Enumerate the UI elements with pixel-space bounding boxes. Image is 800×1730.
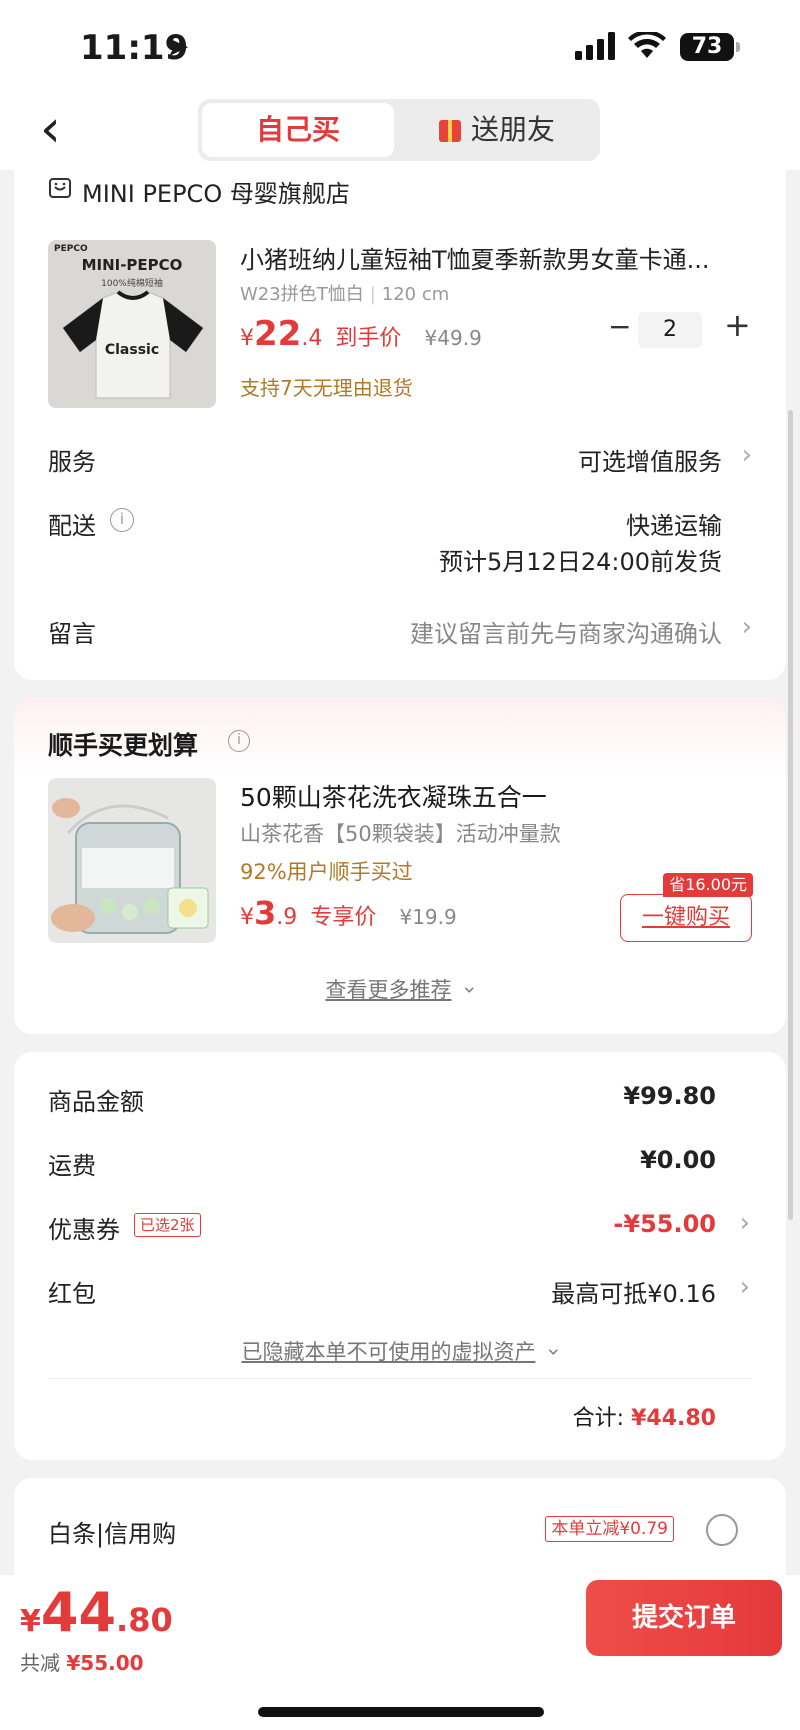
product-orig-price: ¥49.9 [424,326,482,350]
scrollbar[interactable] [788,410,793,1220]
payment-discount-badge: 本单立减¥0.79 [545,1516,674,1542]
summary-total: 合计: ¥44.80 [573,1400,716,1432]
qty-plus-button[interactable]: + [724,306,751,344]
goods-amount-label: 商品金额 [48,1088,144,1116]
bottom-total: ¥44.80 [20,1581,173,1644]
cellular-signal-icon [575,32,615,60]
addon-orig-price: ¥19.9 [399,905,457,929]
addon-price-int: 3 [254,894,277,932]
bottom-amount-int: 44 [40,1581,117,1644]
bottom-amount-dec: .80 [116,1601,173,1639]
battery-indicator: 73 [680,33,740,61]
total-label: 合计: [572,1406,625,1431]
hidden-assets-label: 已隐藏本单不可使用的虚拟资产 [241,1340,536,1364]
tab-send-friend[interactable]: 送朋友 [398,103,596,157]
bottom-discount: 共减 ¥55.00 [20,1651,144,1675]
home-indicator[interactable] [258,1707,544,1717]
addon-product-title[interactable]: 50颗山茶花洗衣凝珠五合一 [240,778,547,814]
addon-thumbnail[interactable] [48,778,216,943]
coupon-badge: 已选2张 [134,1213,201,1237]
shipping-label: 运费 [48,1152,96,1180]
summary-card: 商品金额 ¥99.80 运费 ¥0.00 优惠券 已选2张 -¥55.00 › … [14,1052,786,1460]
addon-price-tag: 专享价 [310,905,377,930]
addon-buy-label: 一键购买 [641,905,730,930]
product-spec-color: W23拼色T恤白 [240,284,364,305]
purchase-mode-switch: 自己买 送朋友 [198,99,600,161]
redpacket-label: 红包 [48,1280,96,1308]
qty-minus-button[interactable]: − [608,310,631,343]
tab-send-friend-label: 送朋友 [470,113,555,146]
return-policy: 支持7天无理由退货 [240,376,413,400]
service-chevron-icon[interactable]: › [742,440,752,470]
qty-input[interactable]: 2 [638,312,702,348]
back-icon[interactable]: ‹ [40,103,61,155]
thumb-brand: MINI-PEPCO [81,256,183,274]
addon-social-proof: 92%用户顺手买过 [240,860,413,884]
message-input[interactable]: 建议留言前先与商家沟通确认 [410,614,722,649]
status-bar: 11:19 ➤ 73 [0,0,800,95]
product-spec: W23拼色T恤白 | 120 cm [240,284,450,305]
order-card: MINI PEPCO 母婴旗舰店 PEPCO MINI-PEPCO 100%纯棉… [14,170,786,680]
payment-radio[interactable] [706,1514,738,1546]
nav-bar: ‹ 自己买 送朋友 [0,95,800,170]
delivery-method: 快递运输 [626,512,722,540]
addon-buy-button[interactable]: 一键购买 省16.00元 [620,873,753,942]
message-chevron-icon[interactable]: › [742,612,752,642]
shop-icon [49,178,71,198]
shop-name[interactable]: MINI PEPCO 母婴旗舰店 [82,174,350,209]
payment-label: 白条|信用购 [48,1520,177,1548]
addon-save-badge: 省16.00元 [663,873,753,897]
addon-product-image [51,798,209,934]
product-thumbnail[interactable]: PEPCO MINI-PEPCO 100%纯棉短袖 Classic [48,240,216,408]
redpacket-value[interactable]: 最高可抵¥0.16 [551,1274,716,1309]
product-price-int: 22 [254,314,302,354]
submit-order-button[interactable]: 提交订单 [586,1580,782,1656]
addon-price: ¥3.9 专享价 ¥19.9 [240,894,457,932]
thumb-text: Classic [104,342,160,358]
message-label: 留言 [48,620,96,648]
thumb-sub: 100%纯棉短袖 [101,279,163,289]
addon-card: 顺手买更划算 i 50颗山茶花洗衣凝珠五合一 山茶花香【50颗袋装】活动冲量款 … [14,698,786,1034]
wifi-icon [628,32,666,58]
bottom-discount-value: ¥55.00 [66,1651,144,1675]
product-price: ¥22.4 到手价 ¥49.9 [240,314,482,354]
addon-spec: 山茶花香【50颗袋装】活动冲量款 [240,822,561,846]
coupon-chevron-icon[interactable]: › [740,1208,750,1238]
total-value: ¥44.80 [631,1406,716,1431]
location-arrow-icon: ➤ [166,30,190,63]
product-title[interactable]: 小猪班纳儿童短袖T恤夏季新款男女童卡通... [240,240,710,275]
redpacket-chevron-icon[interactable]: › [740,1272,750,1302]
chevron-down-icon: › [542,1347,567,1357]
addon-more-link[interactable]: 查看更多推荐 › [14,974,786,1004]
chevron-down-icon: › [458,985,483,995]
product-price-tag: 到手价 [335,326,402,351]
service-value[interactable]: 可选增值服务 [578,442,722,477]
goods-amount-value: ¥99.80 [623,1082,716,1110]
service-label: 服务 [48,448,96,476]
delivery-label: 配送 [48,512,96,540]
gift-icon [438,120,461,142]
delivery-eta: 预计5月12日24:00前发货 [439,548,722,576]
coupon-value[interactable]: -¥55.00 [613,1210,716,1238]
summary-divider [48,1378,752,1379]
coupon-label: 优惠券 [48,1216,120,1244]
addon-title: 顺手买更划算 [48,731,199,760]
product-spec-size: 120 cm [381,284,450,305]
delivery-info-icon[interactable]: i [110,508,134,532]
shipping-value: ¥0.00 [640,1146,716,1174]
tab-buy-self[interactable]: 自己买 [202,103,394,157]
addon-more-label: 查看更多推荐 [325,978,452,1002]
hidden-assets-link[interactable]: 已隐藏本单不可使用的虚拟资产 › [14,1336,786,1366]
thumb-logo: PEPCO [54,244,88,254]
addon-info-icon[interactable]: i [228,730,250,752]
